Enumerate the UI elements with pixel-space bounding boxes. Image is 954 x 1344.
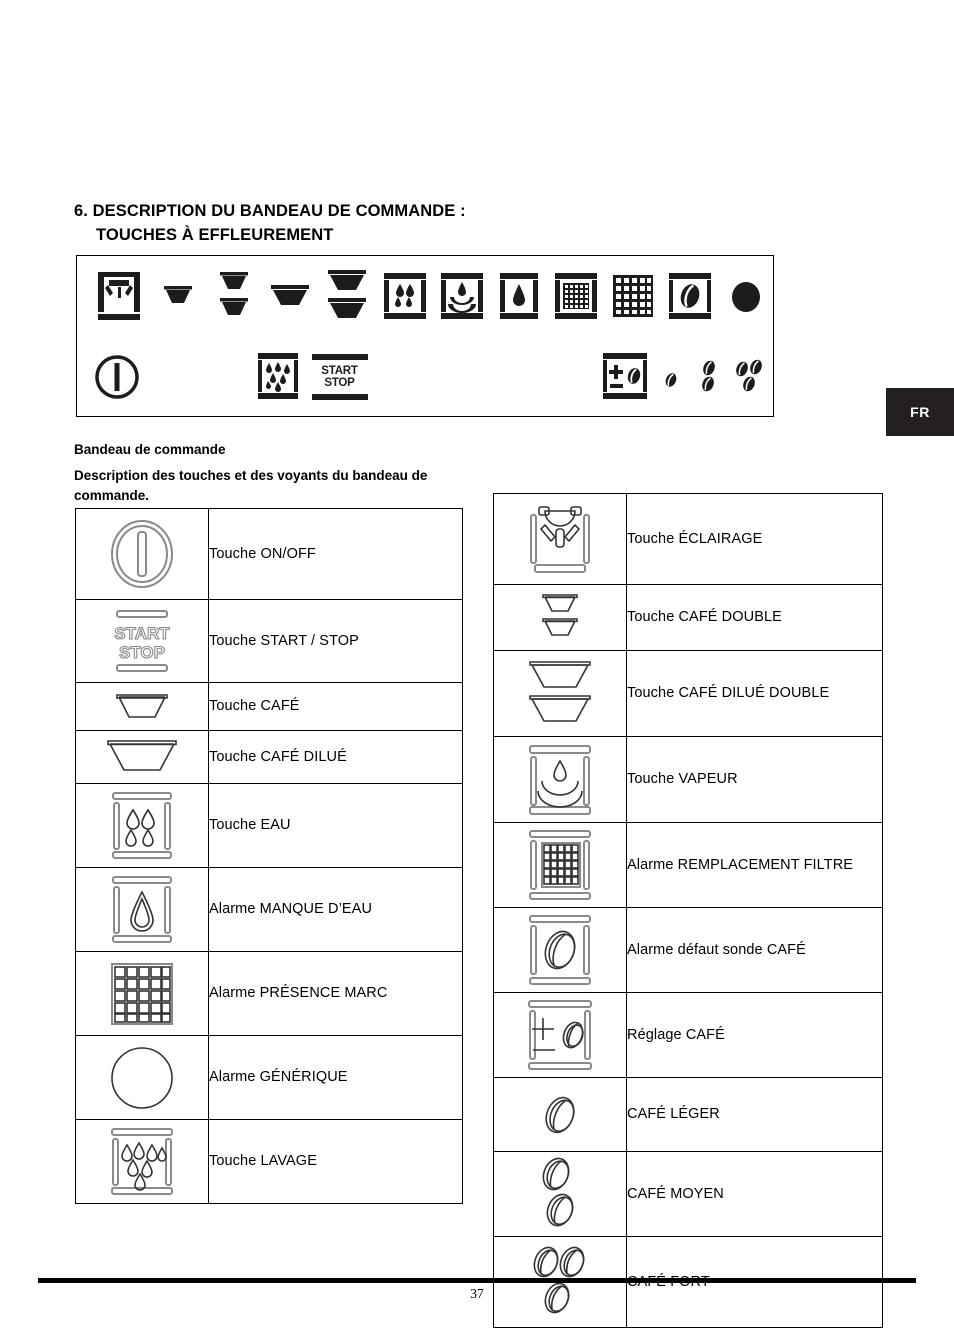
coffee-cup-icon	[150, 268, 206, 326]
table-row: Alarme REMPLACEMENT FILTRE	[493, 822, 883, 908]
start-stop-icon: START STOP	[75, 599, 209, 683]
table-row: CAFÉ MOYEN	[493, 1151, 883, 1237]
page-title-line2: TOUCHES À EFFLEUREMENT	[96, 225, 334, 244]
water-drop-icon	[490, 268, 547, 326]
stop-label: STOP	[324, 377, 355, 389]
rinse-droplets-icon	[75, 1119, 209, 1204]
legend-label: Touche VAPEUR	[626, 736, 883, 823]
table-row: Réglage CAFÉ	[493, 992, 883, 1078]
generic-alarm-dot-icon	[718, 268, 773, 326]
coffee-diluted-double-cup-icon	[318, 268, 377, 326]
coffee-double-cup-icon	[493, 584, 627, 651]
bean-strong-icon	[729, 348, 773, 406]
light-icon	[493, 493, 627, 585]
table-row: Touche CAFÉ	[75, 682, 463, 731]
marc-grid-icon	[75, 951, 209, 1036]
legend-label: Touche ON/OFF	[208, 508, 463, 600]
page-title-line1: 6. DESCRIPTION DU BANDEAU DE COMMANDE :	[74, 202, 466, 220]
coffee-bean-icon	[493, 907, 627, 993]
legend-label: Réglage CAFÉ	[626, 992, 883, 1078]
table-row: Alarme MANQUE D’EAU	[75, 867, 463, 952]
table-row: START STOP Touche START / STOP	[75, 599, 463, 683]
coffee-diluted-cup-icon	[75, 730, 209, 784]
filter-grid-icon	[547, 268, 604, 326]
page-number: 37	[470, 1286, 484, 1301]
power-onoff-icon	[75, 508, 209, 600]
legend-label: CAFÉ LÉGER	[626, 1077, 883, 1152]
language-tab-label: FR	[910, 404, 930, 420]
start-label: START	[321, 364, 358, 377]
power-onoff-icon	[89, 348, 144, 406]
bean-medium-icon	[690, 348, 729, 406]
legend-label: CAFÉ MOYEN	[626, 1151, 883, 1237]
legend-label: Touche CAFÉ DILUÉ DOUBLE	[626, 650, 883, 737]
table-row: Touche EAU	[75, 783, 463, 868]
page-title: 6. DESCRIPTION DU BANDEAU DE COMMANDE : …	[74, 200, 674, 248]
marc-grid-icon	[604, 268, 661, 326]
control-panel-row-1	[77, 268, 773, 326]
steam-icon	[433, 268, 490, 326]
coffee-adjust-icon	[597, 348, 652, 406]
legend-table-right: Touche ÉCLAIRAGE Touche CAFÉ DOUBLE Touc…	[493, 493, 883, 1328]
table-row: CAFÉ LÉGER	[493, 1077, 883, 1152]
bean-light-icon	[493, 1077, 627, 1152]
filter-grid-icon	[493, 822, 627, 908]
legend-label: Alarme défaut sonde CAFÉ	[626, 907, 883, 993]
legend-label: Touche CAFÉ DILUÉ	[208, 730, 463, 784]
section-subtitle: Bandeau de commande	[74, 442, 226, 457]
legend-label: Touche START / STOP	[208, 599, 463, 683]
footer-divider	[38, 1278, 916, 1283]
legend-table-left: Touche ON/OFF START STOP Touche START / …	[75, 508, 463, 1204]
bean-medium-icon	[493, 1151, 627, 1237]
table-row: Alarme PRÉSENCE MARC	[75, 951, 463, 1036]
section-description: Description des touches et des voyants d…	[74, 468, 428, 503]
bean-light-icon	[652, 348, 689, 406]
rinse-droplets-icon	[251, 348, 306, 406]
coffee-bean-icon	[661, 268, 718, 326]
legend-label: Alarme REMPLACEMENT FILTRE	[626, 822, 883, 908]
wash-droplets-icon	[377, 268, 434, 326]
svg-text:START: START	[114, 624, 170, 643]
light-icon	[89, 268, 150, 326]
legend-label: Alarme GÉNÉRIQUE	[208, 1035, 463, 1120]
table-row: Alarme GÉNÉRIQUE	[75, 1035, 463, 1120]
table-row: Touche CAFÉ DILUÉ	[75, 730, 463, 784]
table-row: Touche VAPEUR	[493, 736, 883, 823]
legend-label: Alarme MANQUE D’EAU	[208, 867, 463, 952]
svg-text:STOP: STOP	[119, 643, 165, 662]
legend-label: Alarme PRÉSENCE MARC	[208, 951, 463, 1036]
coffee-double-cup-icon	[206, 268, 262, 326]
coffee-diluted-double-cup-icon	[493, 650, 627, 737]
control-panel-row-2: START STOP	[77, 348, 773, 406]
legend-label: Touche CAFÉ DOUBLE	[626, 584, 883, 651]
coffee-diluted-cup-icon	[262, 268, 318, 326]
table-row: Touche ON/OFF	[75, 508, 463, 600]
legend-label: Touche EAU	[208, 783, 463, 868]
start-stop-icon: START STOP	[306, 348, 374, 406]
legend-label: Touche ÉCLAIRAGE	[626, 493, 883, 585]
water-droplets-icon	[75, 783, 209, 868]
table-row: Touche CAFÉ DILUÉ DOUBLE	[493, 650, 883, 737]
legend-label: Touche LAVAGE	[208, 1119, 463, 1204]
control-panel-diagram: START STOP	[76, 255, 774, 417]
table-row: Touche LAVAGE	[75, 1119, 463, 1204]
coffee-cup-icon	[75, 682, 209, 731]
table-row: Alarme défaut sonde CAFÉ	[493, 907, 883, 993]
table-row: Touche CAFÉ DOUBLE	[493, 584, 883, 651]
generic-alarm-circle-icon	[75, 1035, 209, 1120]
water-drop-icon	[75, 867, 209, 952]
steam-icon	[493, 736, 627, 823]
legend-label: Touche CAFÉ	[208, 682, 463, 731]
language-tab-fr: FR	[886, 388, 954, 436]
table-row: Touche ÉCLAIRAGE	[493, 493, 883, 585]
coffee-adjust-icon	[493, 992, 627, 1078]
